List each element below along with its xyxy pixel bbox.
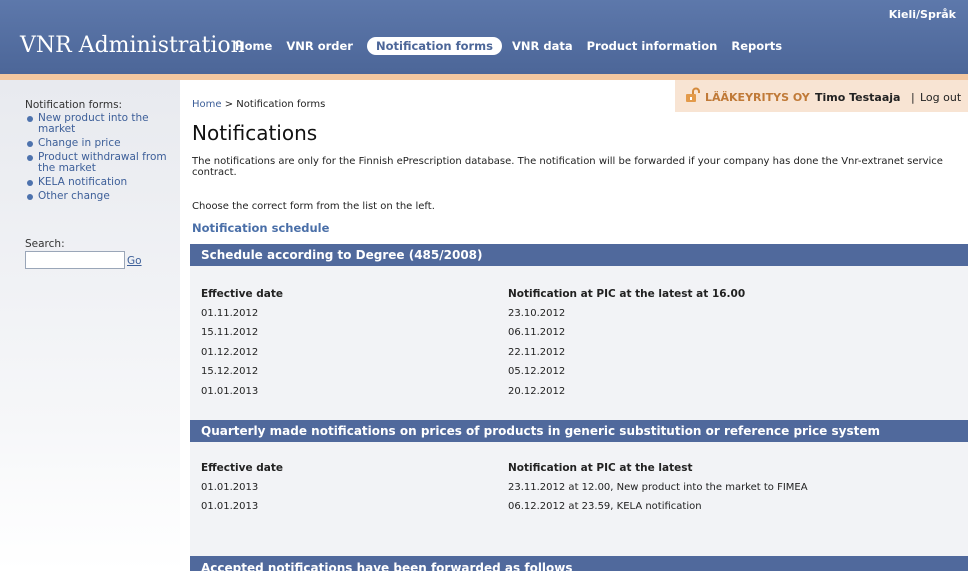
choose-form-text: Choose the correct form from the list on… <box>192 201 435 212</box>
sidebar-heading: Notification forms: <box>25 99 123 111</box>
sidebar-item-kela-notification[interactable]: KELA notification <box>25 177 175 188</box>
logout-separator: | <box>911 91 915 104</box>
table-row: 15.12.2012 05.12.2012 <box>201 366 901 386</box>
column-header-notification: Notification at PIC at the latest <box>508 462 693 474</box>
sidebar-item-product-withdrawal[interactable]: Product withdrawal from the market <box>25 152 175 174</box>
nav-product-information[interactable]: Product information <box>587 39 718 53</box>
sidebar-list: New product into the market Change in pr… <box>25 113 175 205</box>
schedule-table: Effective date Notification at PIC at th… <box>201 288 901 405</box>
table-row: 01.12.2012 22.11.2012 <box>201 347 901 367</box>
top-nav: Home VNR order Notification forms VNR da… <box>235 37 796 55</box>
table-row: 01.01.2013 20.12.2012 <box>201 386 901 406</box>
page-title: Notifications <box>192 121 318 145</box>
section-header: Quarterly made notifications on prices o… <box>190 420 968 442</box>
breadcrumb-current: Notification forms <box>236 99 326 110</box>
notification-date-cell: 05.12.2012 <box>508 366 566 377</box>
breadcrumb-separator: > <box>224 99 234 110</box>
user-info-box: LÄÄKEYRITYS OY Timo Testaaja | Log out <box>675 80 968 112</box>
section-header: Accepted notifications have been forward… <box>190 556 968 571</box>
column-header-effective-date: Effective date <box>201 288 284 300</box>
table-row: 01.01.2013 23.11.2012 at 12.00, New prod… <box>201 482 901 502</box>
notification-schedule-link[interactable]: Notification schedule <box>192 221 329 235</box>
effective-date-cell: 01.01.2013 <box>201 481 259 493</box>
breadcrumb: Home > Notification forms <box>192 99 325 110</box>
search-input[interactable] <box>25 251 125 269</box>
intro-text: The notifications are only for the Finni… <box>192 156 943 178</box>
effective-date-cell: 15.12.2012 <box>201 366 259 377</box>
notification-date-cell: 06.12.2012 at 23.59, KELA notification <box>508 501 702 512</box>
app-title: VNR Administration <box>20 33 245 58</box>
table-row: 01.11.2012 23.10.2012 <box>201 308 901 328</box>
nav-notification-forms[interactable]: Notification forms <box>366 37 502 55</box>
effective-date-cell: 15.11.2012 <box>201 327 259 338</box>
notification-date-cell: 23.11.2012 at 12.00, New product into th… <box>508 481 808 493</box>
column-header-notification: Notification at PIC at the latest at 16.… <box>508 288 746 300</box>
column-header-effective-date: Effective date <box>201 462 284 474</box>
effective-date-cell: 01.11.2012 <box>201 307 259 319</box>
notification-date-cell: 06.11.2012 <box>508 327 566 338</box>
nav-reports[interactable]: Reports <box>731 39 782 53</box>
schedule-section: Schedule according to Degree (485/2008) … <box>190 244 968 423</box>
user-name: Timo Testaaja <box>815 91 901 104</box>
quarterly-table: Effective date Notification at PIC at th… <box>201 462 901 521</box>
forwarded-section: Accepted notifications have been forward… <box>190 556 968 571</box>
nav-vnr-data[interactable]: VNR data <box>512 39 573 53</box>
quarterly-section: Quarterly made notifications on prices o… <box>190 420 968 556</box>
sidebar-item-other-change[interactable]: Other change <box>25 191 175 202</box>
search-label: Search: <box>25 238 65 250</box>
table-header-row: Effective date Notification at PIC at th… <box>201 462 901 482</box>
notification-date-cell: 20.12.2012 <box>508 385 566 397</box>
unlocked-padlock-icon <box>686 87 700 102</box>
section-header: Schedule according to Degree (485/2008) <box>190 244 968 266</box>
effective-date-cell: 01.01.2013 <box>201 385 259 397</box>
breadcrumb-home[interactable]: Home <box>192 99 222 110</box>
table-row: 01.01.2013 06.12.2012 at 23.59, KELA not… <box>201 501 901 521</box>
table-row: 15.11.2012 06.11.2012 <box>201 327 901 347</box>
sidebar-item-change-in-price[interactable]: Change in price <box>25 138 175 149</box>
sidebar-item-new-product[interactable]: New product into the market <box>25 113 175 135</box>
company-name: LÄÄKEYRITYS OY <box>705 91 810 104</box>
sidebar: Notification forms: New product into the… <box>0 80 180 571</box>
search-go-link[interactable]: Go <box>127 255 142 267</box>
table-header-row: Effective date Notification at PIC at th… <box>201 288 901 308</box>
effective-date-cell: 01.01.2013 <box>201 501 259 512</box>
nav-vnr-order[interactable]: VNR order <box>286 39 353 53</box>
nav-home[interactable]: Home <box>235 39 272 53</box>
language-switch-link[interactable]: Kieli/Språk <box>889 8 956 21</box>
effective-date-cell: 01.12.2012 <box>201 346 259 358</box>
notification-date-cell: 23.10.2012 <box>508 307 566 319</box>
logout-link[interactable]: Log out <box>920 91 961 104</box>
notification-date-cell: 22.11.2012 <box>508 346 566 358</box>
